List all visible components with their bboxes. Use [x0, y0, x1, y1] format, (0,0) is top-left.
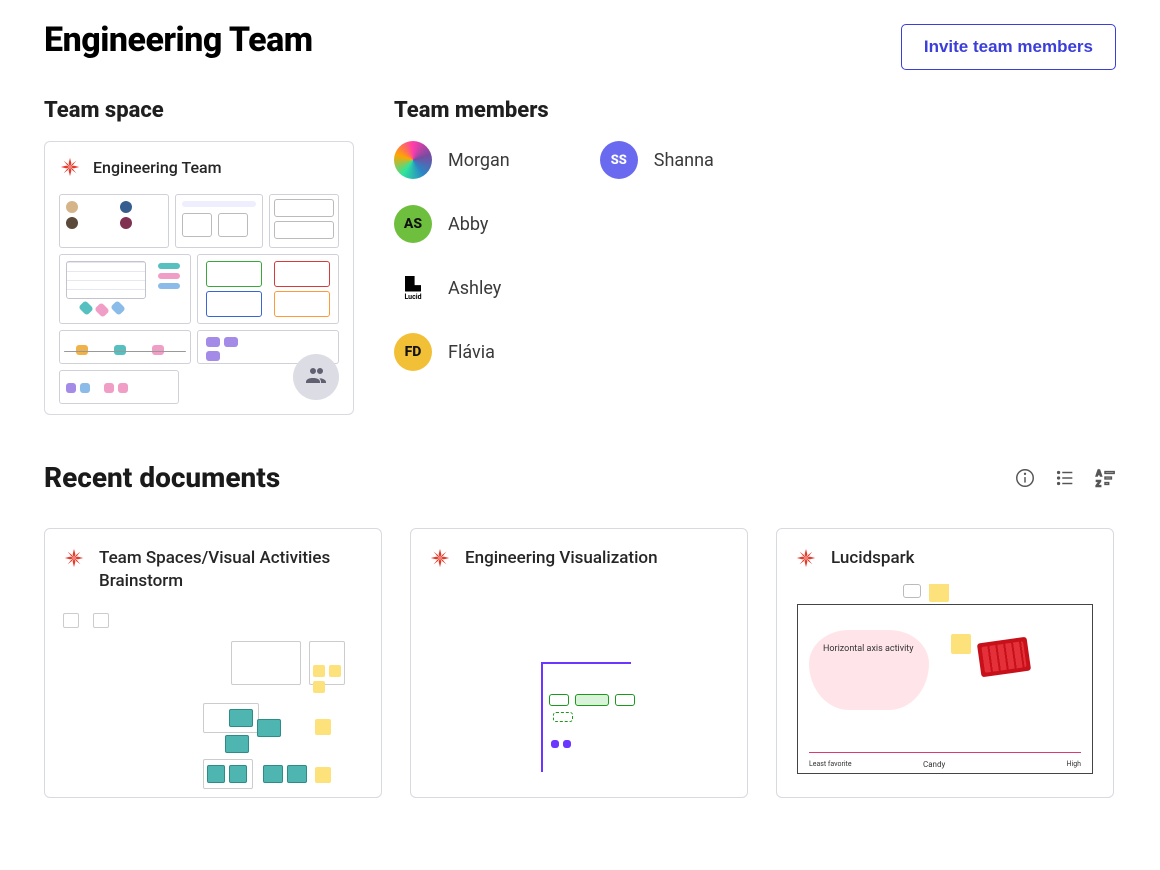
- team-member[interactable]: Morgan: [394, 141, 510, 179]
- recent-documents-heading: Recent documents: [44, 461, 280, 494]
- member-name: Morgan: [448, 150, 510, 171]
- thumbnail: [59, 194, 169, 248]
- page-title: Engineering Team: [44, 20, 313, 60]
- team-member[interactable]: FD Flávia: [394, 333, 510, 371]
- document-card-title: Engineering Visualization: [465, 547, 658, 570]
- thumbnail: [59, 370, 179, 404]
- document-card[interactable]: Team Spaces/Visual Activities Brainstorm: [44, 528, 382, 798]
- preview-note-text: Horizontal axis activity: [823, 644, 913, 654]
- avatar: AS: [394, 205, 432, 243]
- member-name: Ashley: [448, 278, 501, 299]
- team-space-card[interactable]: Engineering Team: [44, 141, 354, 415]
- svg-text:Z: Z: [1096, 479, 1101, 488]
- lucidspark-icon: [795, 547, 817, 569]
- list-view-icon[interactable]: [1054, 467, 1076, 489]
- avatar: SS: [600, 141, 638, 179]
- recent-documents-toolbar: AZ: [1014, 467, 1116, 489]
- lucid-logo-icon: [405, 276, 421, 292]
- sort-alpha-icon[interactable]: AZ: [1094, 467, 1116, 489]
- document-preview: Horizontal axis activity Least favorite …: [795, 584, 1095, 789]
- member-name: Abby: [448, 214, 488, 235]
- team-members-fab[interactable]: [293, 354, 339, 400]
- thumbnail: [175, 194, 263, 248]
- thumbnail: [59, 330, 191, 364]
- avatar: [394, 141, 432, 179]
- svg-text:A: A: [1096, 469, 1102, 478]
- thumbnail: [197, 254, 339, 324]
- preview-axis-center: Candy: [923, 760, 945, 769]
- document-preview: [429, 584, 729, 789]
- team-members-heading: Team members: [394, 98, 714, 123]
- people-icon: [304, 363, 328, 391]
- lucidspark-icon: [59, 156, 81, 178]
- team-member[interactable]: Lucid Ashley: [394, 269, 510, 307]
- member-name: Shanna: [654, 150, 714, 171]
- member-name: Flávia: [448, 342, 495, 363]
- document-card[interactable]: Engineering Visualization: [410, 528, 748, 798]
- thumbnail: [269, 194, 339, 248]
- document-card-title: Team Spaces/Visual Activities Brainstorm: [99, 547, 363, 593]
- preview-axis-left: Least favorite: [809, 760, 852, 768]
- thumbnail: [59, 254, 191, 324]
- preview-axis-right: High: [1067, 760, 1081, 768]
- team-space-section: Team space Engineering Team: [44, 98, 354, 415]
- team-member[interactable]: SS Shanna: [600, 141, 714, 179]
- document-card[interactable]: Lucidspark Horizontal axis activity Leas…: [776, 528, 1114, 798]
- lucidspark-icon: [429, 547, 451, 569]
- avatar-label: Lucid: [404, 293, 421, 301]
- document-preview: [63, 607, 363, 789]
- team-space-card-title: Engineering Team: [93, 158, 222, 177]
- avatar: Lucid: [394, 269, 432, 307]
- lucidspark-icon: [63, 547, 85, 569]
- info-icon[interactable]: [1014, 467, 1036, 489]
- team-member[interactable]: AS Abby: [394, 205, 510, 243]
- document-card-title: Lucidspark: [831, 547, 915, 570]
- team-members-section: Team members Morgan AS Abby Lucid Ashley: [394, 98, 714, 415]
- avatar: FD: [394, 333, 432, 371]
- invite-team-members-button[interactable]: Invite team members: [901, 24, 1116, 70]
- team-space-heading: Team space: [44, 98, 354, 123]
